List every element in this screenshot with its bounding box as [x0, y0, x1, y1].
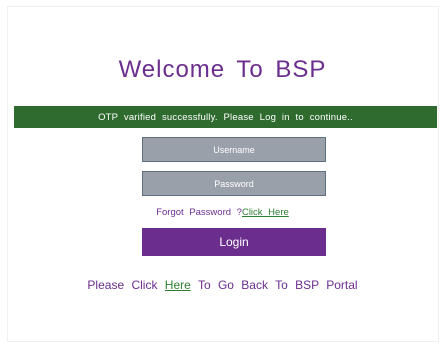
forgot-password-link[interactable]: Click Here — [242, 207, 289, 218]
success-message: OTP varified successfully. Please Log in… — [98, 111, 353, 123]
forgot-password-row: Forgot Password ?Click Here — [0, 207, 445, 218]
back-to-portal-link[interactable]: Here — [165, 278, 191, 292]
login-button[interactable]: Login — [142, 228, 326, 256]
back-prefix-text: Please Click — [87, 278, 158, 292]
password-input[interactable] — [142, 171, 326, 196]
success-banner: OTP varified successfully. Please Log in… — [14, 106, 437, 128]
forgot-password-text: Forgot Password ? — [156, 207, 242, 218]
page-title: Welcome To BSP — [118, 56, 327, 83]
back-suffix-text: To Go Back To BSP Portal — [197, 278, 358, 292]
username-input[interactable] — [142, 137, 326, 162]
back-to-portal-row: Please Click Here To Go Back To BSP Port… — [0, 278, 445, 292]
